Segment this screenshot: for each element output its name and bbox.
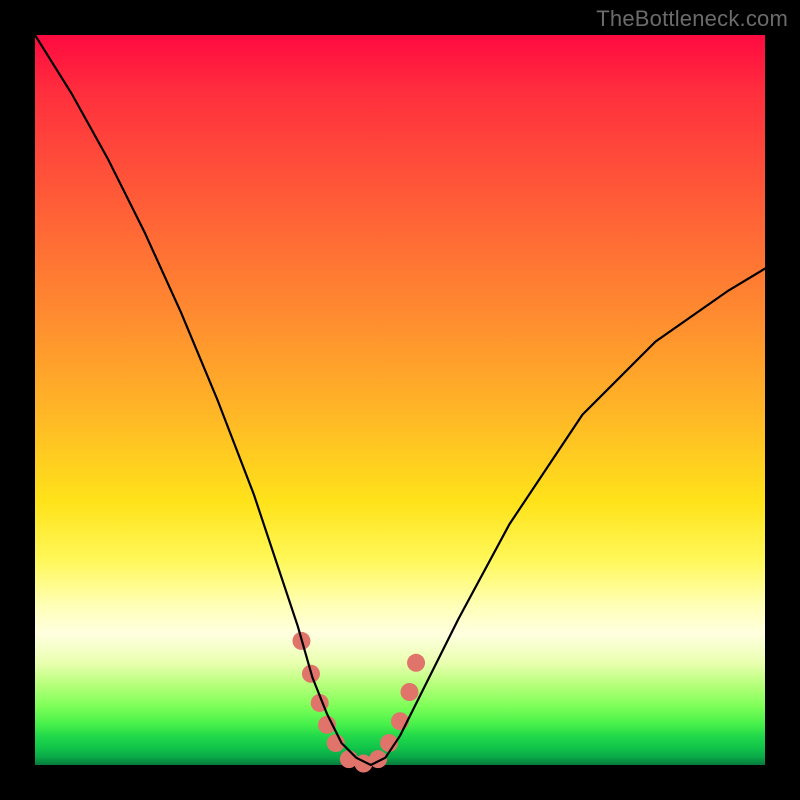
chart-frame: TheBottleneck.com xyxy=(0,0,800,800)
watermark-text: TheBottleneck.com xyxy=(596,6,788,32)
valley-marker-dot xyxy=(407,654,425,672)
plot-area xyxy=(35,35,765,765)
valley-markers-group xyxy=(292,632,425,773)
valley-marker-dot xyxy=(400,683,418,701)
curve-layer xyxy=(35,35,765,765)
bottleneck-curve-path xyxy=(35,35,765,765)
